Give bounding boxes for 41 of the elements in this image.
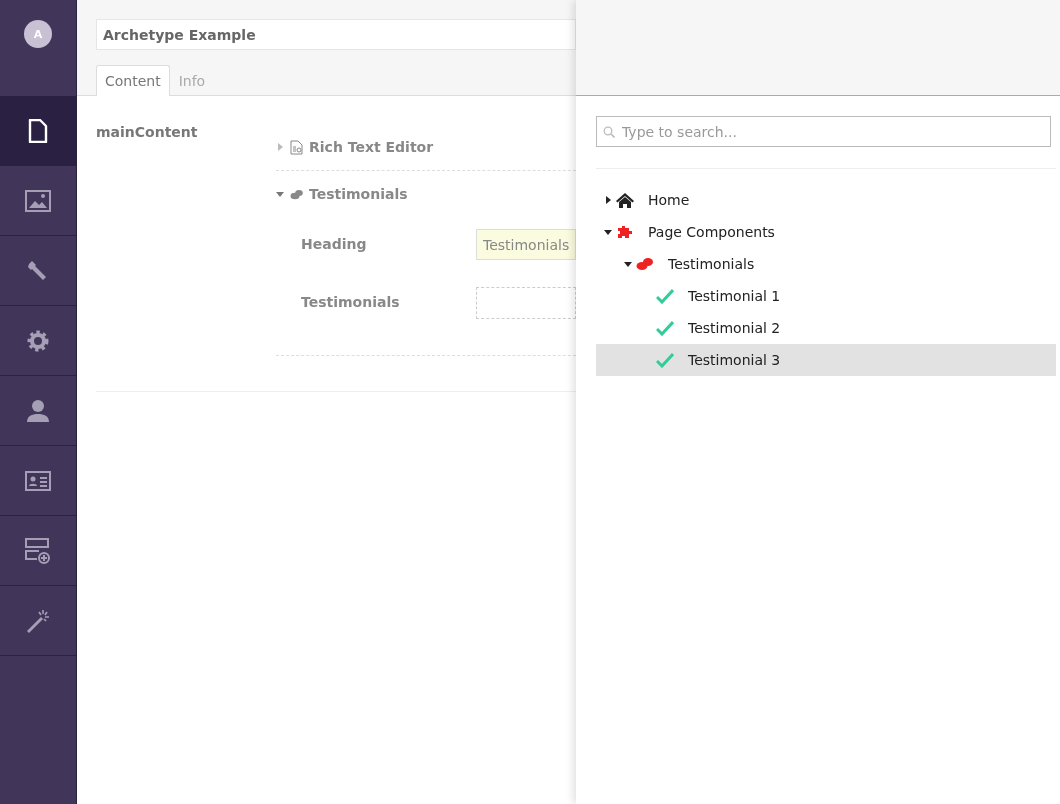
tree-item-label: Testimonials [668,256,755,272]
caret-icon[interactable] [624,260,632,268]
tree-item-label: Page Components [648,224,775,240]
tree-item[interactable]: Page Components [596,216,1056,248]
person-icon [26,398,50,423]
check-icon [656,352,674,368]
tree-item[interactable]: Testimonial 1 [596,280,1056,312]
home-icon [616,192,634,208]
image-icon [25,189,51,212]
heading-field[interactable]: Testimonials [476,229,576,260]
section-nav-item[interactable] [0,96,76,166]
chat-bubbles-icon [636,257,654,271]
tree-item[interactable]: Home [596,184,1056,216]
caret-icon[interactable] [604,228,612,236]
form-add-icon [25,537,51,564]
tree-item[interactable]: Testimonials [596,248,1056,280]
tree-item-label: Testimonial 1 [688,288,781,304]
tab[interactable]: Content [96,65,170,96]
node-name-field[interactable]: Archetype Example [96,19,576,50]
magic-wand-icon [25,607,51,634]
tree-item-label: Testimonial 3 [688,352,781,368]
fieldset-title[interactable]: Testimonials [309,186,408,202]
tree-item-label: Home [648,192,690,208]
tree-item[interactable]: Testimonial 2 [596,312,1056,344]
search-field[interactable]: Type to search... [596,116,1051,147]
property-label: mainContent [96,124,199,142]
id-card-icon [25,470,51,491]
field-label: Heading [301,236,368,252]
search-icon [603,126,615,138]
caret-icon[interactable] [604,196,612,204]
tree-item-label: Testimonial 2 [688,320,781,336]
puzzle-icon [616,225,634,239]
fieldset-title[interactable]: Rich Text Editor [309,139,434,155]
chat-bubbles-icon [290,188,303,200]
document-icon [28,118,48,143]
check-icon [656,320,674,336]
check-icon [656,288,674,304]
tree-item[interactable]: Testimonial 3 [596,344,1056,376]
settings-icon [26,328,50,353]
field-label: Testimonials [301,294,401,310]
document-icon [290,139,303,155]
